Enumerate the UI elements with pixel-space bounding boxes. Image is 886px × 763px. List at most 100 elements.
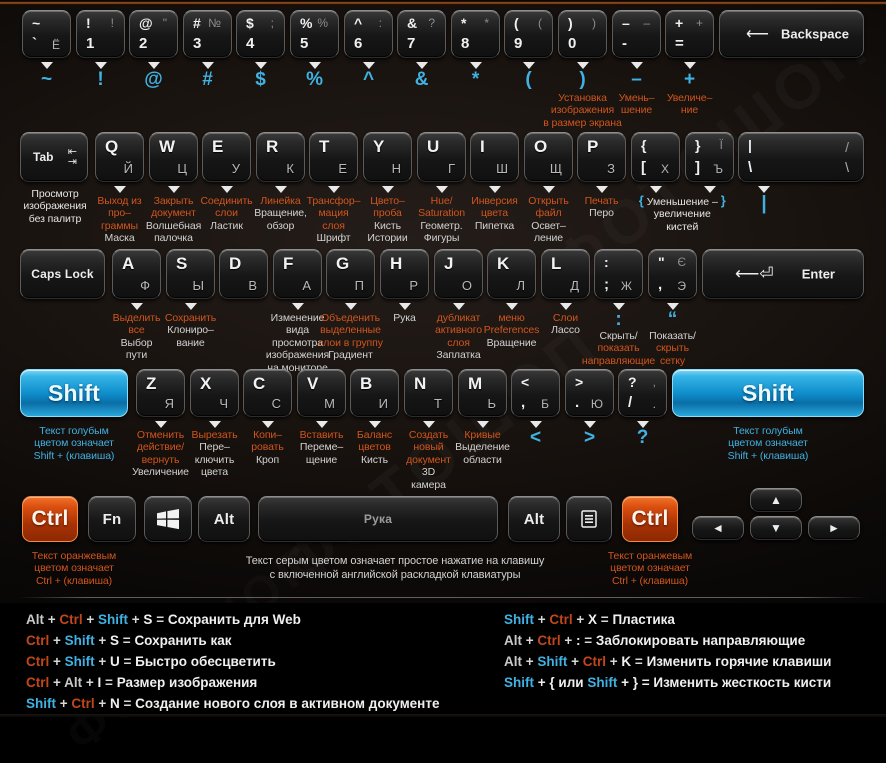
legend-token: + [534,612,550,627]
key-space[interactable]: Рука [258,496,498,542]
key-three[interactable]: # № 3 [183,10,232,58]
key-l[interactable]: LД [541,249,590,299]
key-eight[interactable]: * * 8 [451,10,500,58]
key-a[interactable]: AФ [112,249,161,299]
legend-token: + [94,633,111,648]
key-zero[interactable]: )) 0 [558,10,607,58]
tab-label: Tab [33,150,54,164]
caption-line: Увеличе– [666,92,713,104]
key-i[interactable]: IШ [470,132,519,182]
key-seven[interactable]: &? 7 [397,10,446,58]
key-cyrillic: Ц [177,161,187,176]
key-windows[interactable] [144,496,192,542]
key-alt-right[interactable]: Alt [508,496,560,542]
key-four[interactable]: $; 4 [236,10,285,58]
key-shift-right[interactable]: Shift [672,369,864,417]
key-comma[interactable]: <, Б [511,369,560,417]
key-backspace[interactable]: ⟵ Backspace [719,10,864,58]
keyboard-poster: ФОТОШОП ФОТОШОП ФОТОШОП ~`Ё~!!1!@"2@#№3#… [0,0,886,763]
key-quote[interactable]: " Є, Э [648,249,697,299]
key-bracket-right[interactable]: } Ї] Ъ [685,132,734,182]
key-latin: X [200,374,212,393]
key-f[interactable]: FА [273,249,322,299]
key-upper-left: ? [628,374,637,390]
key-ctrl-left[interactable]: Ctrl [22,496,78,542]
key-x[interactable]: XЧ [190,369,239,417]
key-s[interactable]: SЫ [166,249,215,299]
key-e[interactable]: EУ [202,132,251,182]
key-c[interactable]: CС [243,369,292,417]
key-minus[interactable]: – – - [612,10,661,58]
key-upper-right: ! [110,16,114,30]
key-six[interactable]: ^: 6 [344,10,393,58]
arrow-x [208,421,221,428]
key-n[interactable]: NТ [404,369,453,417]
key-z[interactable]: ZЯ [136,369,185,417]
legend-token: Ctrl [59,612,83,627]
note-ctrl-left: Текст оранжевым цветом означает Ctrl + (кл… [4,550,144,587]
key-arrow-left[interactable]: ◄ [692,516,744,540]
key-capslock[interactable]: Caps Lock [20,249,105,299]
key-lower-right: Б [541,397,549,411]
legend-token: = [597,612,613,627]
key-m[interactable]: MЬ [458,369,507,417]
key-y[interactable]: YН [363,132,412,182]
arrow-r [274,186,287,193]
caption-line: ? [636,427,649,448]
key-q[interactable]: QЙ [95,132,144,182]
key-arrow-up[interactable]: ▲ [750,488,802,512]
legend-token: + [82,675,98,690]
key-arrow-right[interactable]: ► [808,516,860,540]
arrow-equal [683,62,696,69]
key-latin: T [319,137,330,156]
key-o[interactable]: OЩ [524,132,573,182]
legend-token: + [49,633,65,648]
key-latin: H [390,254,403,273]
key-one[interactable]: !! 1 [76,10,125,58]
key-two[interactable]: @ " 2 [129,10,178,58]
key-h[interactable]: HР [380,249,429,299]
key-u[interactable]: UГ [417,132,466,182]
arrow-right-icon: ► [827,521,841,535]
key-tab[interactable]: Tab ⇤ ⇥ [20,132,88,182]
key-backslash[interactable]: | / \ \ [738,132,864,182]
key-fn[interactable]: Fn [88,496,136,542]
key-upper-left: } [695,137,701,153]
key-equal[interactable]: + + = [665,10,714,58]
key-latin: S [176,254,188,273]
key-nine[interactable]: ((9 [504,10,553,58]
key-arrow-down[interactable]: ▼ [750,516,802,540]
key-g[interactable]: GП [326,249,375,299]
key-five[interactable]: %% 5 [290,10,339,58]
key-shift-left[interactable]: Shift [20,369,128,417]
key-slash[interactable]: ?, /. [618,369,667,417]
key-period[interactable]: >. Ю [565,369,614,417]
key-upper-left: ! [86,15,91,31]
key-upper-right: № [208,16,221,30]
key-alt-left[interactable]: Alt [198,496,250,542]
key-menu[interactable] [566,496,612,542]
caption-line: вание [176,336,205,349]
arrow-q [113,186,126,193]
key-w[interactable]: WЦ [149,132,198,182]
key-tilde[interactable]: ~ ` Ё [22,10,71,58]
key-t[interactable]: TЕ [309,132,358,182]
key-enter[interactable]: ⟵⏎ Enter [702,249,864,299]
note-line: с включенной английской раскладкой клави… [269,569,521,581]
key-cyrillic: П [354,278,364,293]
key-j[interactable]: JО [434,249,483,299]
note-shift-right: Текст голубым цветом означает Shift + (кла… [672,425,864,462]
legend-token: = [152,612,168,627]
key-k[interactable]: KЛ [487,249,536,299]
key-lower-left: 8 [461,35,470,52]
key-bracket-left[interactable]: {[Х [631,132,680,182]
key-d[interactable]: DВ [219,249,268,299]
key-r[interactable]: RК [256,132,305,182]
key-ctrl-right[interactable]: Ctrl [622,496,678,542]
legend-token: Shift [64,633,95,648]
key-semicolon[interactable]: :; Ж [594,249,643,299]
caption-line: Заплатка [436,349,481,362]
key-p[interactable]: PЗ [577,132,626,182]
key-v[interactable]: VМ [297,369,346,417]
key-b[interactable]: BИ [350,369,399,417]
